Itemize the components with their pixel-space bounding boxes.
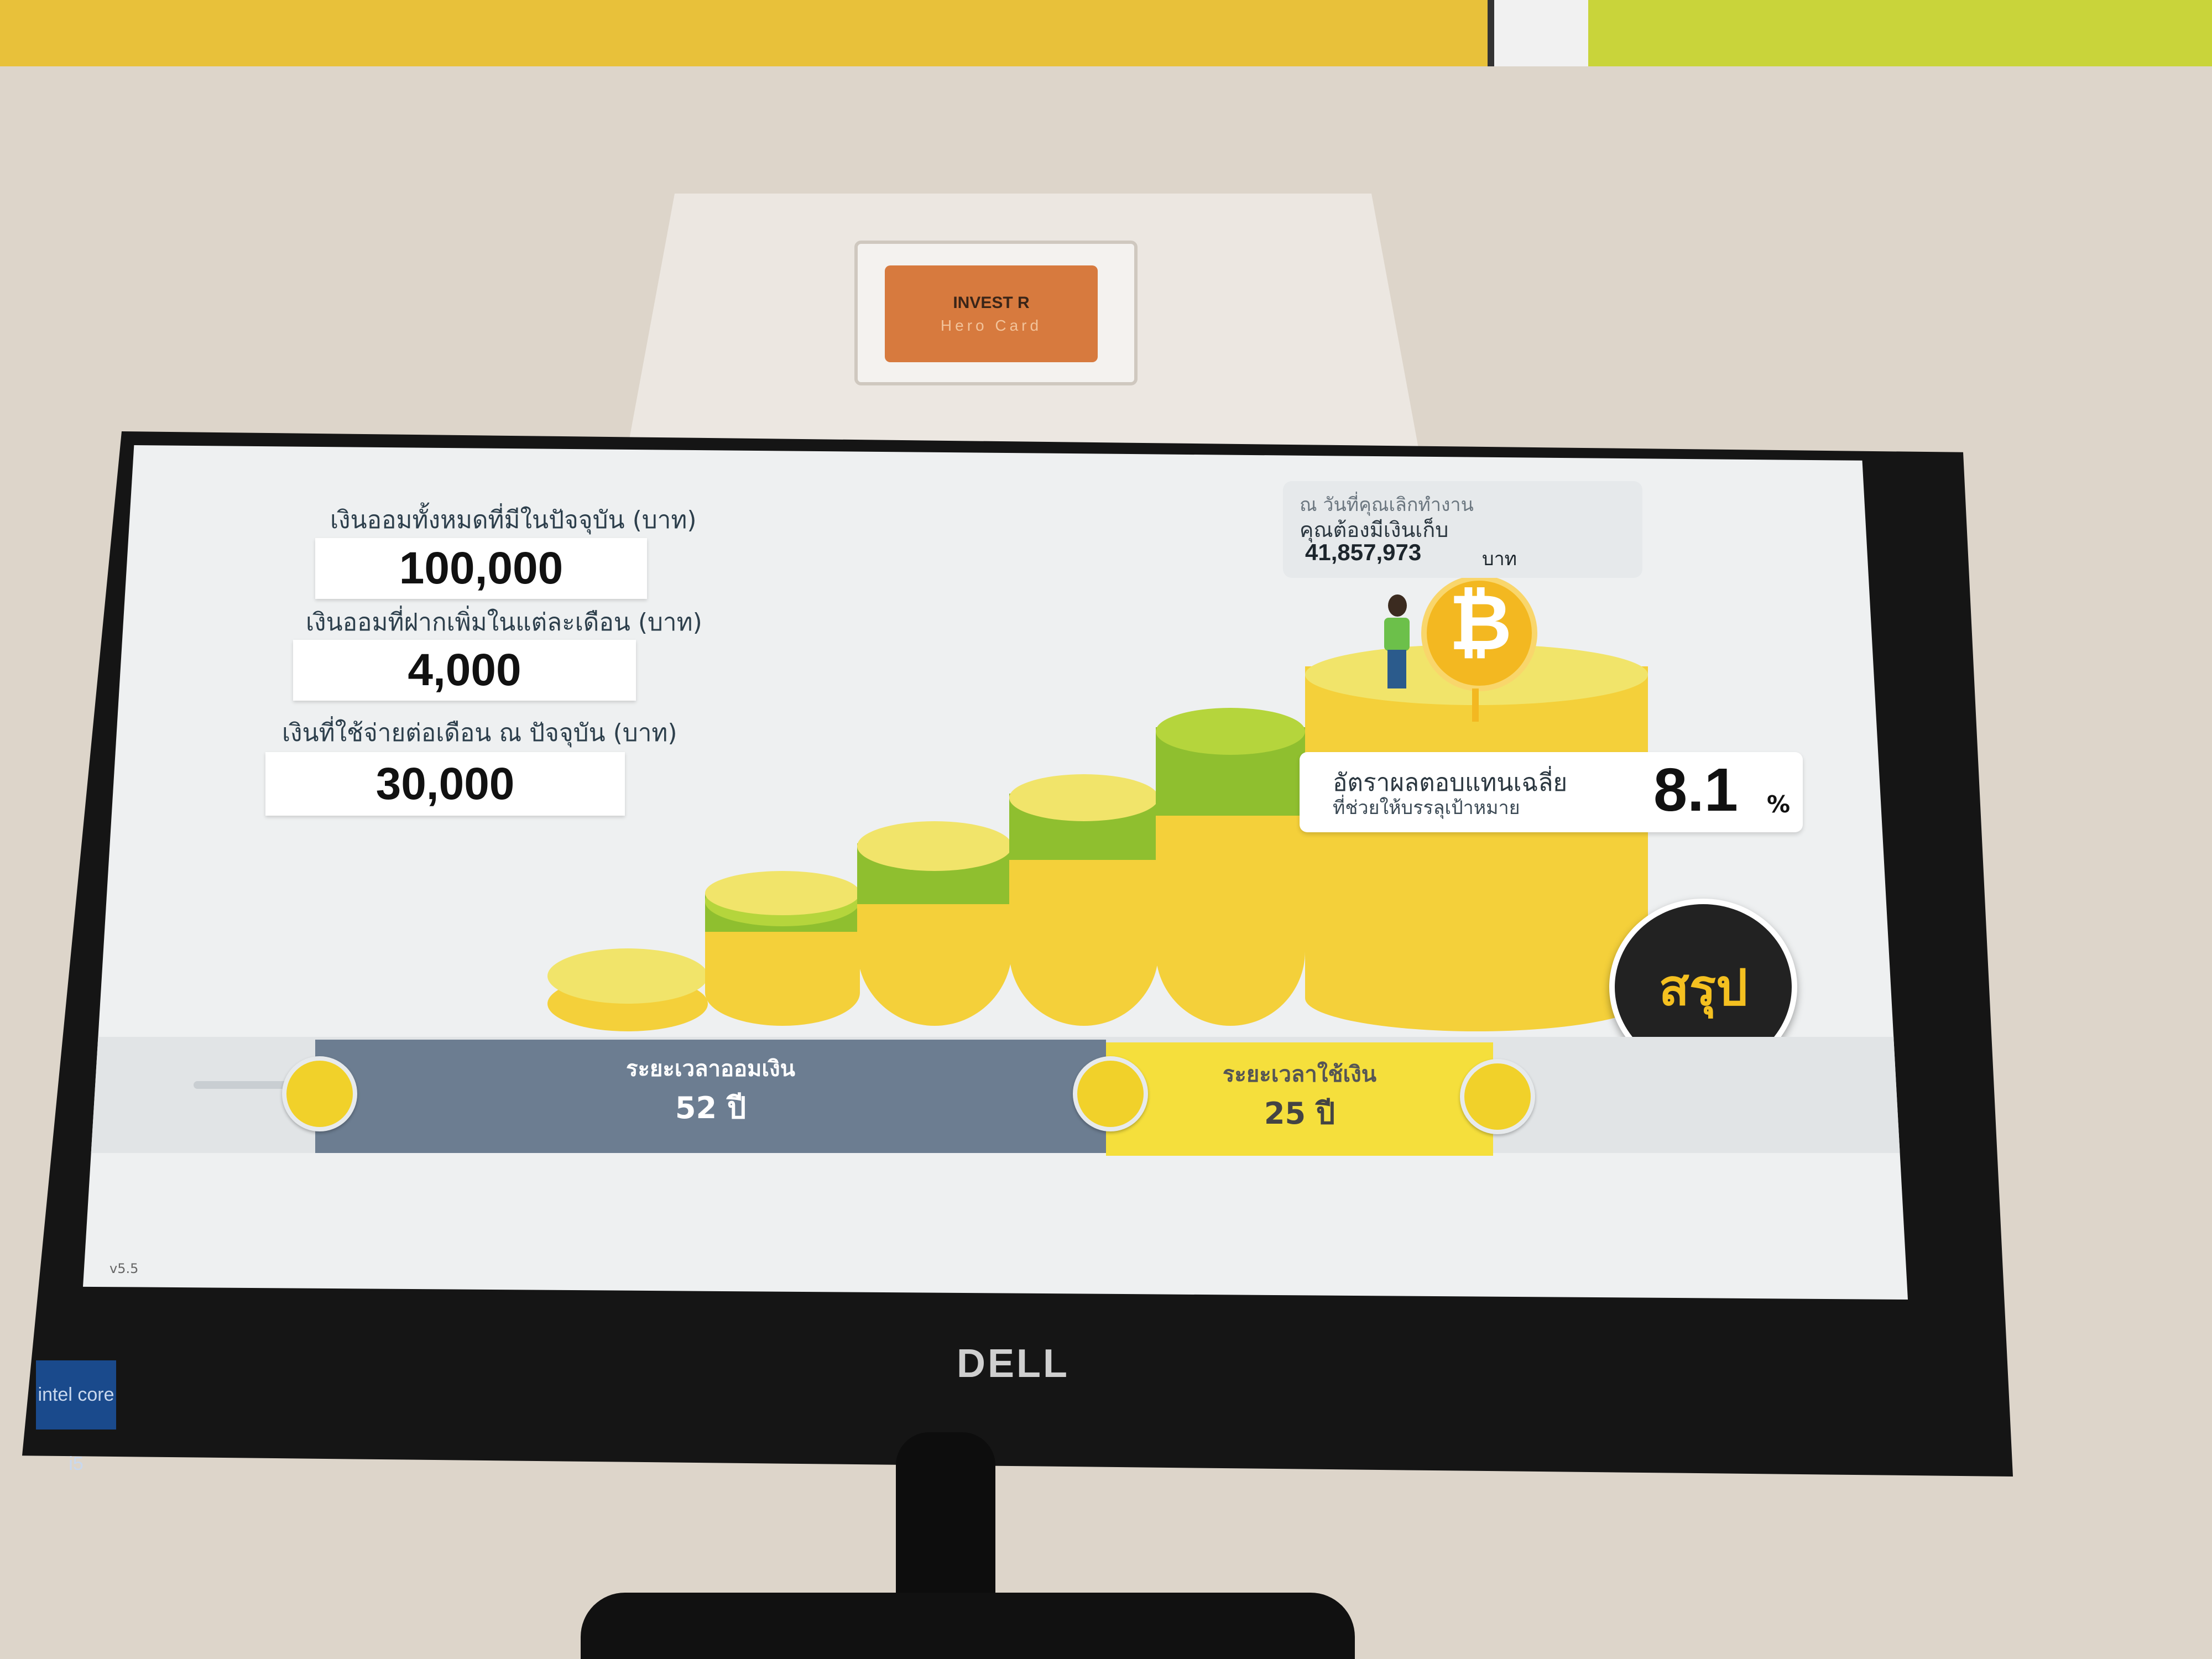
intel-badge: intel core i5	[36, 1360, 116, 1474]
person-figure	[1380, 594, 1413, 688]
card-subtitle: Hero Card	[940, 316, 1042, 334]
monitor-stand-base	[581, 1593, 1355, 1659]
return-rate-value: 8.1	[1653, 756, 1738, 824]
end-age-handle[interactable]	[1460, 1059, 1535, 1134]
retirement-age-handle[interactable]	[1073, 1056, 1148, 1131]
spending-period-title: ระยะเวลาใช้เงิน	[1222, 1062, 1377, 1087]
version-label: v5.5	[109, 1261, 139, 1276]
return-rate-unit: %	[1767, 791, 1791, 818]
spending-period-years: 25 ปี	[1264, 1096, 1335, 1131]
return-rate-sublabel: ที่ช่วยให้บรรลุเป้าหมาย	[1333, 797, 1520, 819]
saving-period-years: 52 ปี	[675, 1091, 747, 1125]
kiosk-screen: เงินออมทั้งหมดที่มีในปัจจุบัน (บาท) 100,…	[83, 445, 1908, 1300]
hero-card: INVEST R Hero Card	[885, 265, 1098, 362]
saving-period-title: ระยะเวลาออมเงิน	[626, 1056, 795, 1082]
goal-unit: บาท	[1482, 548, 1517, 570]
card-brand: INVEST R	[953, 293, 1030, 312]
dell-logo: DELL	[957, 1342, 1070, 1386]
goal-amount: 41,857,973	[1305, 539, 1422, 565]
bitcoin-icon: ₿	[1449, 578, 1512, 668]
start-age-handle[interactable]	[282, 1056, 357, 1131]
